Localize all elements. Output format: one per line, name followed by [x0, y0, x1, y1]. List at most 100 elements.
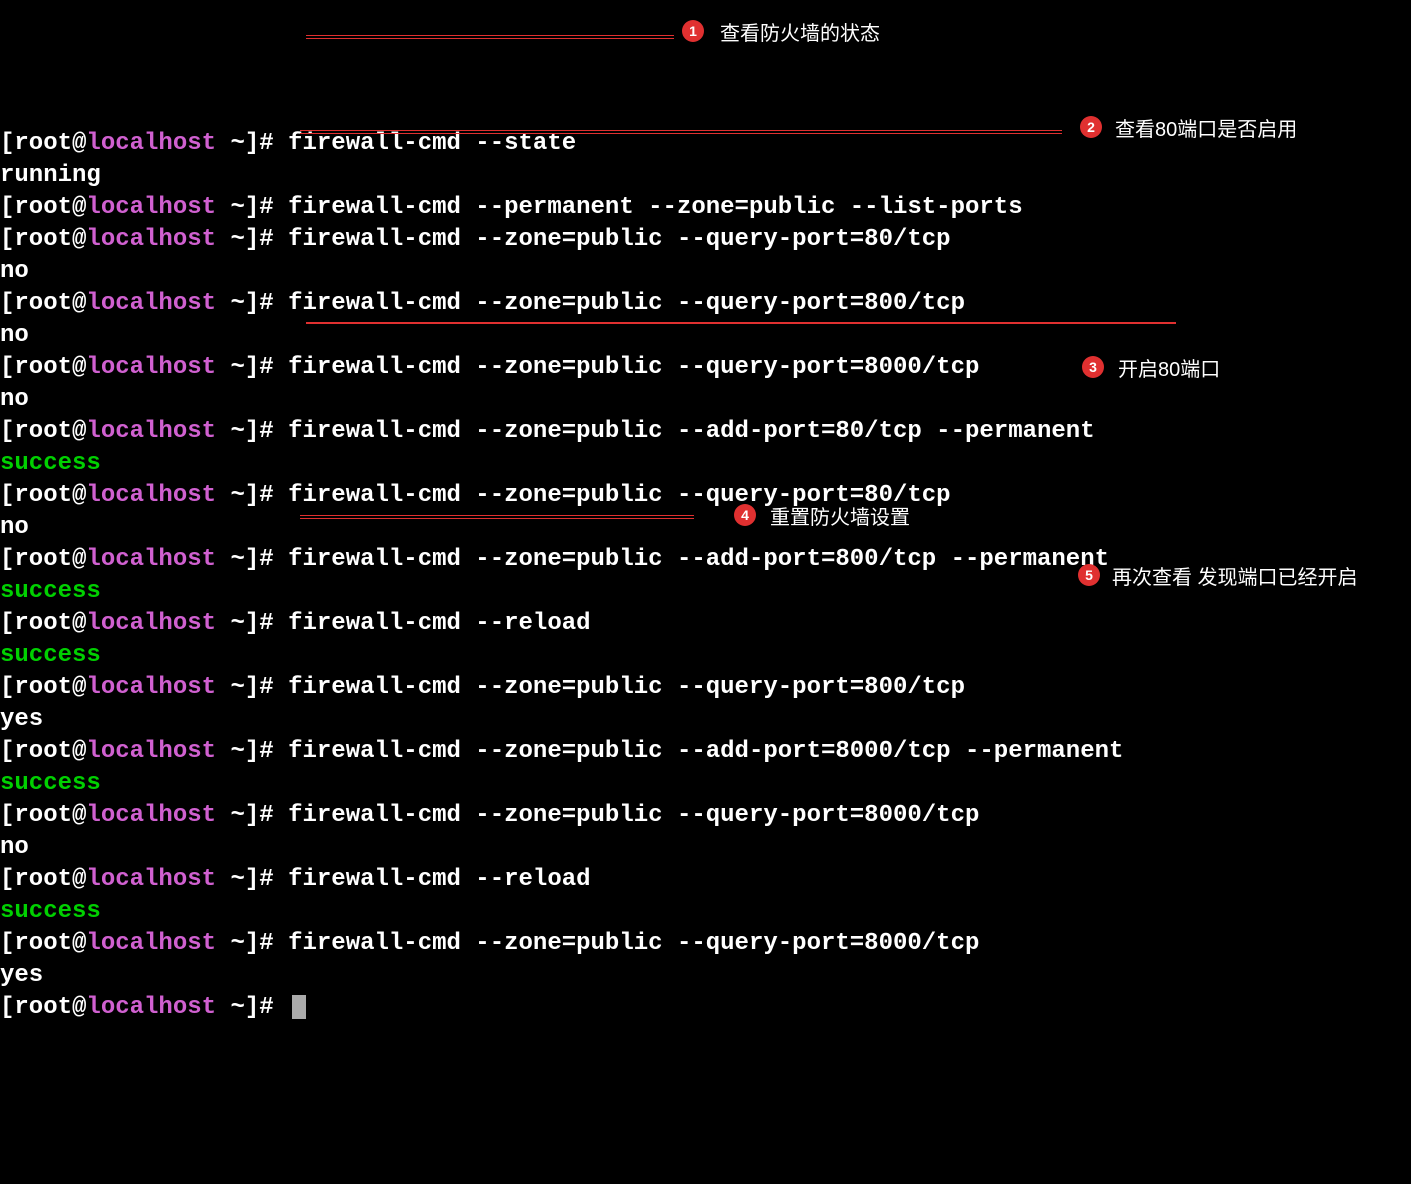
prompt-path: ~ — [216, 994, 245, 1021]
terminal-line: [root@localhost ~]# — [0, 992, 1411, 1024]
prompt-tail: ]# — [245, 290, 288, 317]
prompt-tail: ]# — [245, 802, 288, 829]
prompt-user: root — [14, 802, 72, 829]
shell-prompt: [root@localhost ~]# — [0, 290, 288, 317]
prompt-path: ~ — [216, 546, 245, 573]
prompt-tail: ]# — [245, 610, 288, 637]
command-text: firewall-cmd --zone=public --query-port=… — [288, 802, 979, 829]
prompt-at: @ — [72, 226, 86, 253]
prompt-host: localhost — [86, 418, 216, 445]
prompt-user: root — [14, 738, 72, 765]
prompt-user: root — [14, 130, 72, 157]
annotation-badge: 5 — [1078, 564, 1100, 586]
prompt-open: [ — [0, 226, 14, 253]
terminal-line: [root@localhost ~]# firewall-cmd --zone=… — [0, 736, 1411, 768]
prompt-host: localhost — [86, 930, 216, 957]
prompt-at: @ — [72, 482, 86, 509]
prompt-open: [ — [0, 546, 14, 573]
annotation-note: 重置防火墙设置 — [770, 502, 910, 534]
prompt-open: [ — [0, 802, 14, 829]
prompt-host: localhost — [86, 994, 216, 1021]
shell-prompt: [root@localhost ~]# — [0, 866, 288, 893]
annotation-note: 开启80端口 — [1118, 354, 1220, 386]
annotation-note: 再次查看 发现端口已经开启 — [1112, 562, 1358, 594]
shell-prompt: [root@localhost ~]# — [0, 546, 288, 573]
output-text: no — [0, 834, 29, 861]
annotation-note: 查看防火墙的状态 — [720, 18, 880, 50]
prompt-tail: ]# — [245, 418, 288, 445]
command-text: firewall-cmd --permanent --zone=public -… — [288, 194, 1023, 221]
output-text: running — [0, 162, 101, 189]
prompt-user: root — [14, 930, 72, 957]
prompt-path: ~ — [216, 866, 245, 893]
prompt-at: @ — [72, 610, 86, 637]
shell-prompt: [root@localhost ~]# — [0, 226, 288, 253]
prompt-path: ~ — [216, 674, 245, 701]
prompt-open: [ — [0, 994, 14, 1021]
command-text: firewall-cmd --state — [288, 130, 576, 157]
prompt-user: root — [14, 482, 72, 509]
prompt-open: [ — [0, 674, 14, 701]
terminal-line: running — [0, 160, 1411, 192]
prompt-at: @ — [72, 418, 86, 445]
shell-prompt: [root@localhost ~]# — [0, 482, 288, 509]
prompt-host: localhost — [86, 354, 216, 381]
prompt-tail: ]# — [245, 738, 288, 765]
terminal-line: [root@localhost ~]# firewall-cmd --zone=… — [0, 224, 1411, 256]
prompt-user: root — [14, 418, 72, 445]
prompt-tail: ]# — [245, 930, 288, 957]
prompt-path: ~ — [216, 354, 245, 381]
shell-prompt: [root@localhost ~]# — [0, 802, 288, 829]
prompt-user: root — [14, 354, 72, 381]
terminal-line: no — [0, 256, 1411, 288]
cursor — [292, 995, 306, 1019]
shell-prompt: [root@localhost ~]# — [0, 930, 288, 957]
prompt-at: @ — [72, 354, 86, 381]
command-text: firewall-cmd --zone=public --query-port=… — [288, 354, 979, 381]
command-text: firewall-cmd --reload — [288, 866, 590, 893]
prompt-at: @ — [72, 866, 86, 893]
prompt-user: root — [14, 226, 72, 253]
command-text: firewall-cmd --zone=public --query-port=… — [288, 674, 965, 701]
prompt-path: ~ — [216, 130, 245, 157]
prompt-tail: ]# — [245, 194, 288, 221]
prompt-path: ~ — [216, 194, 245, 221]
prompt-host: localhost — [86, 226, 216, 253]
prompt-at: @ — [72, 290, 86, 317]
output-text: yes — [0, 962, 43, 989]
terminal-line: yes — [0, 704, 1411, 736]
output-text: no — [0, 514, 29, 541]
prompt-host: localhost — [86, 546, 216, 573]
terminal-line: [root@localhost ~]# firewall-cmd --zone=… — [0, 480, 1411, 512]
shell-prompt: [root@localhost ~]# — [0, 354, 288, 381]
prompt-host: localhost — [86, 802, 216, 829]
terminal-line: no — [0, 320, 1411, 352]
prompt-open: [ — [0, 738, 14, 765]
output-text: no — [0, 258, 29, 285]
output-text: no — [0, 386, 29, 413]
prompt-tail: ]# — [245, 354, 288, 381]
shell-prompt: [root@localhost ~]# — [0, 418, 288, 445]
annotation-badge: 3 — [1082, 356, 1104, 378]
prompt-path: ~ — [216, 418, 245, 445]
prompt-tail: ]# — [245, 482, 288, 509]
prompt-path: ~ — [216, 226, 245, 253]
annotation-badge: 4 — [734, 504, 756, 526]
prompt-tail: ]# — [245, 866, 288, 893]
command-text: firewall-cmd --reload — [288, 610, 590, 637]
prompt-host: localhost — [86, 130, 216, 157]
prompt-path: ~ — [216, 930, 245, 957]
command-text: firewall-cmd --zone=public --query-port=… — [288, 930, 979, 957]
terminal-line: [root@localhost ~]# firewall-cmd --zone=… — [0, 416, 1411, 448]
terminal-line: [root@localhost ~]# firewall-cmd --reloa… — [0, 608, 1411, 640]
command-text: firewall-cmd --zone=public --add-port=80… — [288, 418, 1095, 445]
prompt-tail: ]# — [245, 546, 288, 573]
shell-prompt: [root@localhost ~]# — [0, 610, 288, 637]
prompt-open: [ — [0, 610, 14, 637]
prompt-at: @ — [72, 194, 86, 221]
output-text: success — [0, 642, 101, 669]
annotation-badge: 2 — [1080, 116, 1102, 138]
shell-prompt: [root@localhost ~]# — [0, 738, 288, 765]
output-text: no — [0, 322, 29, 349]
prompt-user: root — [14, 546, 72, 573]
